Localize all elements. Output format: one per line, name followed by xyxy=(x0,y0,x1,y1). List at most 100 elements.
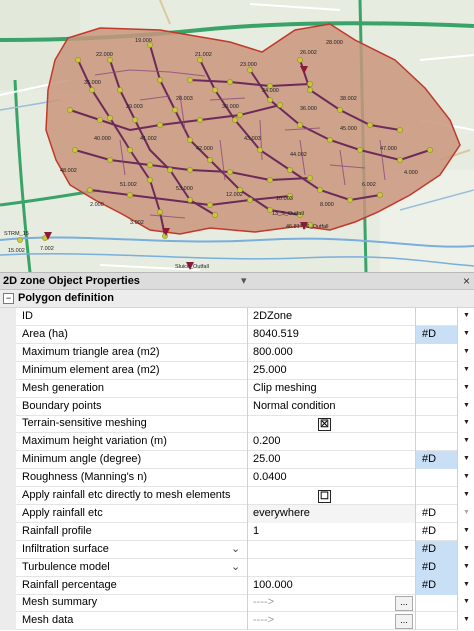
flag-cell[interactable]: #D xyxy=(415,522,457,541)
property-value[interactable]: 0.0400 xyxy=(247,469,415,488)
property-value[interactable]: 8040.519 xyxy=(247,325,415,344)
row-gutter xyxy=(0,594,16,613)
property-value[interactable]: ---->... xyxy=(247,594,415,613)
ellipsis-button[interactable]: ... xyxy=(395,596,413,612)
flag-cell[interactable] xyxy=(415,594,457,613)
property-row[interactable]: Terrain-sensitive meshing ☒ ▼ xyxy=(0,415,474,434)
dropdown-button[interactable]: ▼ xyxy=(457,433,474,452)
svg-text:STRM_15: STRM_15 xyxy=(4,231,29,237)
property-row[interactable]: Turbulence model ⌄ #D ▼ xyxy=(0,558,474,577)
dropdown-button[interactable]: ▼ xyxy=(457,612,474,631)
property-value[interactable]: ☒ xyxy=(247,415,415,434)
dropdown-button[interactable]: ▼ xyxy=(457,415,474,434)
dropdown-button[interactable]: ▼ xyxy=(457,540,474,559)
dropdown-button[interactable]: ▼ xyxy=(457,308,474,326)
property-row[interactable]: Mesh generation Clip meshing ▼ xyxy=(0,379,474,398)
property-row[interactable]: Boundary points Normal condition ▼ xyxy=(0,397,474,416)
section-polygon-definition[interactable]: − Polygon definition xyxy=(0,290,474,308)
flag-cell[interactable] xyxy=(415,469,457,488)
dropdown-button[interactable]: ▼ xyxy=(457,343,474,362)
close-icon[interactable]: × xyxy=(463,274,470,288)
property-value[interactable] xyxy=(247,540,415,559)
flag-cell[interactable] xyxy=(415,343,457,362)
property-row[interactable]: Mesh summary ---->... ▼ xyxy=(0,594,474,613)
svg-text:45.000: 45.000 xyxy=(340,126,357,132)
svg-text:12.002: 12.002 xyxy=(226,192,243,198)
dropdown-button[interactable]: ▼ xyxy=(457,594,474,613)
flag-cell[interactable] xyxy=(415,612,457,631)
value-text: 8040.519 xyxy=(253,327,299,340)
property-row[interactable]: Maximum triangle area (m2) 800.000 ▼ xyxy=(0,343,474,362)
property-row[interactable]: Roughness (Manning's n) 0.0400 ▼ xyxy=(0,469,474,488)
property-row[interactable]: Maximum height variation (m) 0.200 ▼ xyxy=(0,433,474,452)
flag-cell[interactable] xyxy=(415,415,457,434)
property-value[interactable]: 25.000 xyxy=(247,361,415,380)
property-value[interactable]: ☐ xyxy=(247,487,415,505)
ellipsis-button[interactable]: ... xyxy=(395,614,413,630)
map-canvas[interactable]: STRM_15 13_S_Outfall 46.817_S_Outfall 15… xyxy=(0,0,474,272)
dropdown-button[interactable]: ▼ xyxy=(457,451,474,470)
expand-chevron-icon[interactable]: ⌄ xyxy=(231,560,240,573)
flag-cell[interactable] xyxy=(415,487,457,505)
flag-cell[interactable] xyxy=(415,308,457,326)
flag-cell[interactable]: #D xyxy=(415,576,457,595)
property-value[interactable]: 0.200 xyxy=(247,433,415,452)
flag-cell[interactable] xyxy=(415,361,457,380)
property-row[interactable]: Apply rainfall etc directly to mesh elem… xyxy=(0,487,474,505)
property-row[interactable]: Rainfall percentage 100.000 #D ▼ xyxy=(0,576,474,595)
chevron-down-icon: ▼ xyxy=(463,437,470,445)
dropdown-button[interactable]: ▼ xyxy=(457,522,474,541)
dropdown-button[interactable]: ▼ xyxy=(457,469,474,488)
dropdown-button[interactable]: ▼ xyxy=(457,397,474,416)
property-value[interactable]: everywhere xyxy=(247,504,415,523)
property-row[interactable]: Apply rainfall etc everywhere #D ▼ xyxy=(0,504,474,523)
property-value[interactable]: ---->... xyxy=(247,612,415,631)
network-map[interactable]: STRM_15 13_S_Outfall 46.817_S_Outfall 15… xyxy=(0,0,474,272)
flag-cell[interactable]: #D xyxy=(415,540,457,559)
property-value[interactable]: 2DZone xyxy=(247,308,415,326)
property-value[interactable]: Normal condition xyxy=(247,397,415,416)
property-value[interactable] xyxy=(247,558,415,577)
property-value[interactable]: 25.00 xyxy=(247,451,415,470)
collapse-toggle-icon[interactable]: − xyxy=(3,293,14,304)
checkbox[interactable]: ☒ xyxy=(318,418,331,432)
dropdown-button[interactable]: ▼ xyxy=(457,504,474,523)
property-row[interactable]: Minimum element area (m2) 25.000 ▼ xyxy=(0,361,474,380)
pin-icon[interactable]: ▾ xyxy=(241,274,247,287)
flag-cell[interactable]: #D xyxy=(415,504,457,523)
property-value[interactable]: 100.000 xyxy=(247,576,415,595)
dropdown-button[interactable]: ▼ xyxy=(457,361,474,380)
property-row[interactable]: Infiltration surface ⌄ #D ▼ xyxy=(0,540,474,559)
property-name: Minimum angle (degree) xyxy=(22,453,142,466)
flag-text: #D xyxy=(422,524,437,537)
dropdown-button[interactable]: ▼ xyxy=(457,576,474,595)
flag-cell[interactable]: #D xyxy=(415,451,457,470)
row-gutter xyxy=(0,397,16,416)
property-row[interactable]: Area (ha) 8040.519 #D ▼ xyxy=(0,325,474,344)
property-row[interactable]: Rainfall profile 1 #D ▼ xyxy=(0,522,474,541)
checkbox[interactable]: ☐ xyxy=(318,490,331,503)
property-row[interactable]: ID 2DZone ▼ xyxy=(0,308,474,326)
flag-cell[interactable] xyxy=(415,379,457,398)
value-text: ----> xyxy=(253,596,275,609)
dropdown-button[interactable]: ▼ xyxy=(457,487,474,505)
dropdown-button[interactable]: ▼ xyxy=(457,325,474,344)
dropdown-button[interactable]: ▼ xyxy=(457,558,474,577)
dropdown-button[interactable]: ▼ xyxy=(457,379,474,398)
property-value[interactable]: Clip meshing xyxy=(247,379,415,398)
expand-chevron-icon[interactable]: ⌄ xyxy=(231,542,240,555)
flag-cell[interactable] xyxy=(415,433,457,452)
chevron-down-icon: ▼ xyxy=(463,347,470,355)
property-row[interactable]: Minimum angle (degree) 25.00 #D ▼ xyxy=(0,451,474,470)
panel-title-bar[interactable]: 2D zone Object Properties ▾ × xyxy=(0,272,474,290)
property-value[interactable]: 800.000 xyxy=(247,343,415,362)
flag-cell[interactable]: #D xyxy=(415,325,457,344)
value-text: 25.00 xyxy=(253,453,281,466)
property-row[interactable]: Mesh data ---->... ▼ xyxy=(0,612,474,631)
row-gutter xyxy=(0,361,16,380)
property-value[interactable]: 1 xyxy=(247,522,415,541)
svg-text:48.002: 48.002 xyxy=(60,168,77,174)
svg-text:28.000: 28.000 xyxy=(326,40,343,46)
flag-cell[interactable] xyxy=(415,397,457,416)
flag-cell[interactable]: #D xyxy=(415,558,457,577)
